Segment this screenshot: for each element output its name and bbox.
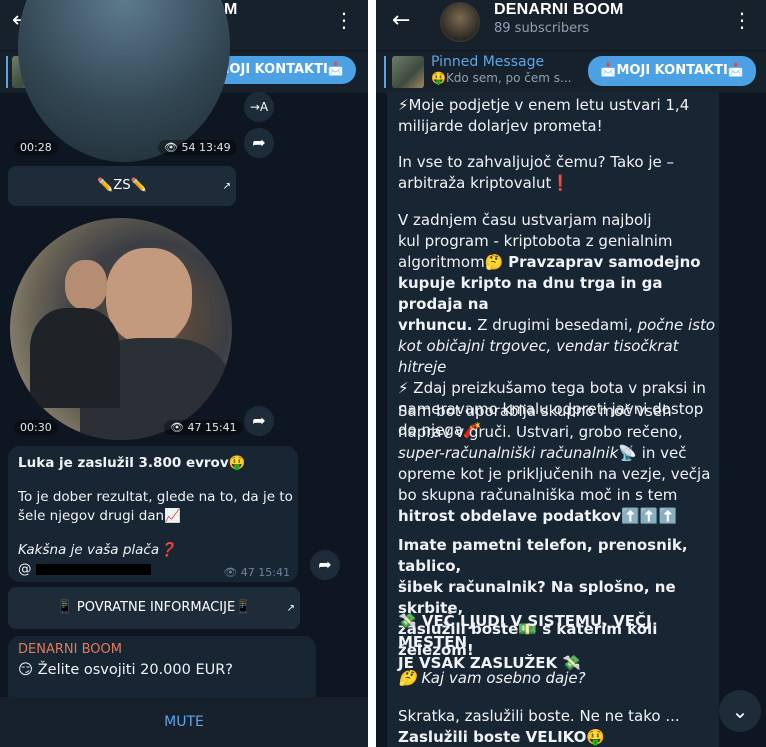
more-menu-icon[interactable]: ⋮ [334, 8, 354, 32]
p1-line-a: ⚡Moje podjetje v enem letu ustvari 1,4 [398, 96, 690, 114]
video-2-duration: 00:30 [14, 420, 58, 435]
p1-line-b: milijarde dolarjev prometa! [398, 117, 603, 135]
p3-line-c-plain: algoritmom🤔 [398, 253, 509, 271]
scroll-down-button[interactable]: ⌄ [719, 690, 761, 732]
person-2-body [30, 308, 120, 408]
p4-line-e: bo skupna računalniška moč in s tem [398, 486, 678, 504]
p4-line-c: super-računalniški računalnik📡 in več [398, 443, 718, 464]
p3-line-e-italic: počne isto [637, 316, 716, 334]
video-1-views: 54 [181, 141, 196, 154]
p8-line-a: Skratka, zaslužili boste. Ne ne tako ... [398, 707, 680, 725]
video-1-duration: 00:28 [14, 140, 58, 155]
pinned-preview: 🤑Kdo sem, po čem s... [431, 71, 572, 85]
paragraph-1: ⚡Moje podjetje v enem letu ustvari 1,4 m… [398, 95, 718, 137]
inline-button-zs[interactable]: ✏️ZS✏️ ↗ [8, 166, 236, 206]
external-arrow-icon: ↗ [286, 603, 295, 614]
channel-header: ← DENARNI BOOM 89 subscribers ⋮ [376, 0, 766, 50]
p4-line-c-italic: super-računalniški računalnik [398, 444, 619, 462]
video-2-views: 47 [187, 421, 202, 434]
round-video-2[interactable] [10, 218, 232, 440]
paragraph-7: 🤔 Kaj vam osebno daje? [398, 668, 718, 689]
message-line-4: Kakšna je vaša plača❓ [18, 542, 176, 558]
contacts-button[interactable]: 📩MOJI KONTAKTI📩 [588, 56, 756, 86]
p3-line-c: algoritmom🤔 Pravzaprav samodejno [398, 252, 718, 273]
message-bubble[interactable]: Luka je zaslužil 3.800 evrov🤑 To je dobe… [8, 446, 298, 582]
p2-line-b: arbitraža kriptovalut❗ [398, 174, 571, 192]
p3-line-a: V zadnjem času ustvarjam najbolj [398, 211, 652, 229]
message-time: 15:41 [258, 566, 290, 579]
p4-line-d: opreme kot je priključenih na vezje, več… [398, 465, 711, 483]
subscriber-count: 89 subscribers [494, 21, 590, 36]
p3-line-f-italic: kot običajni trgovec, vendar tisočkrat h… [398, 337, 679, 376]
p3-line-d-bold: kupuje kripto na dnu trga in ga prodaja … [398, 274, 663, 313]
eye-icon: 👁 [223, 566, 238, 579]
p3-line-e-plain: Z drugimi besedami, [472, 316, 638, 334]
p3-line-e: vrhuncu. Z drugimi besedami, počne isto [398, 315, 718, 336]
left-chat-screen: ← DENARNI BOOM 89 subscribers ⋮ Pinned M… [0, 0, 368, 747]
message-line-2: To je dober rezultat, glede na to, da je… [18, 489, 293, 505]
pinned-label: Pinned Message [431, 54, 545, 70]
translate-button[interactable]: →A [244, 92, 274, 122]
paragraph-2: In vse to zahvaljujoč čemu? Tako je – ar… [398, 152, 718, 194]
message-line-1: Luka je zaslužil 3.800 evrov🤑 [18, 455, 246, 471]
external-arrow-icon: ↗ [222, 181, 231, 192]
share-icon[interactable]: ➦ [310, 550, 340, 580]
pinned-indicator [384, 56, 386, 88]
p4-line-a: Sam bot uporablja skupno moč vseh [398, 402, 672, 420]
message-views: 47 [240, 566, 255, 579]
p8-line-b: Zaslužili boste VELIKO🤑 [398, 728, 606, 746]
p3-line-d: kupuje kripto na dnu trga in ga prodaja … [398, 273, 718, 315]
p4-line-f-emoji: ⬆️⬆️⬆️ [621, 507, 678, 525]
redacted-bar [35, 563, 151, 575]
chevron-down-icon: ⌄ [731, 699, 749, 723]
inline-button-feedback-label: 📱 POVRATNE INFORMACIJE📱 [56, 600, 252, 615]
inline-button-zs-label: ✏️ZS✏️ [97, 178, 147, 193]
p4-line-f: hitrost obdelave podatkov⬆️⬆️⬆️ [398, 506, 718, 527]
p6-line-a: 💸 VEČ LJUDI V SISTEMU, VEČJ MESTEN [398, 612, 652, 651]
message-line-3: šele njegov drugi dan📈 [18, 508, 181, 524]
p3-line-b: kul program - kriptobota z genialnim [398, 232, 673, 250]
video-2-time: 15:41 [204, 421, 237, 434]
p3-line-e-bold: vrhuncu. [398, 316, 473, 334]
mention-at: @ [18, 561, 32, 577]
eye-icon: 👁 [164, 141, 178, 154]
paragraph-6: 💸 VEČ LJUDI V SISTEMU, VEČJ MESTEN JE VS… [398, 611, 718, 674]
eye-icon: 👁 [170, 421, 184, 434]
next-message-preview[interactable]: DENARNI BOOM 😏 Želite osvojiti 20.000 EU… [8, 636, 316, 706]
p5-line-a: Imate pametni telefon, prenosnik, tablic… [398, 536, 688, 575]
video-1-time: 13:49 [198, 141, 231, 154]
channel-avatar[interactable] [440, 2, 480, 42]
paragraph-8: Skratka, zaslužili boste. Ne ne tako ...… [398, 706, 718, 747]
person-2-silhouette [65, 260, 107, 310]
pinned-thumbnail [392, 56, 424, 88]
back-arrow-icon[interactable]: ← [392, 8, 410, 33]
message-meta: 👁 47 15:41 [223, 566, 290, 579]
p3-line-g: ⚡ Zdaj preizkušamo tega bota v praksi in [398, 379, 706, 397]
inline-button-feedback[interactable]: 📱 POVRATNE INFORMACIJE📱 ↗ [8, 587, 300, 629]
share-icon[interactable]: ➦ [244, 128, 274, 158]
video-1-views-time: 👁 54 13:49 [158, 140, 237, 155]
pinned-message-bar[interactable]: Pinned Message 🤑Kdo sem, po čem s... 📩MO… [376, 50, 766, 93]
right-chat-screen: ← DENARNI BOOM 89 subscribers ⋮ Pinned M… [376, 0, 766, 747]
paragraph-4: Sam bot uporablja skupno moč vseh naprav… [398, 401, 718, 527]
p3-line-c-bold: Pravzaprav samodejno [508, 253, 701, 271]
message-mention[interactable]: @ [18, 560, 151, 579]
channel-title[interactable]: DENARNI BOOM [494, 1, 624, 19]
p4-line-c-plain: 📡 in več [618, 444, 687, 462]
video-2-views-time: 👁 47 15:41 [164, 420, 243, 435]
p4-line-f-bold: hitrost obdelave podatkov [398, 507, 622, 525]
more-menu-icon[interactable]: ⋮ [732, 8, 752, 32]
share-icon[interactable]: ➦ [244, 406, 274, 436]
p3-line-f: kot običajni trgovec, vendar tisočkrat h… [398, 336, 718, 378]
mute-button[interactable]: MUTE [0, 697, 368, 747]
person-silhouette [106, 248, 192, 344]
preview-text: 😏 Želite osvojiti 20.000 EUR? [18, 662, 234, 678]
p4-line-b: naprav v gruči. Ustvari, grobo rečeno, [398, 423, 683, 441]
preview-author: DENARNI BOOM [18, 642, 122, 657]
p7-line: 🤔 Kaj vam osebno daje? [398, 669, 586, 687]
pinned-indicator [6, 56, 8, 88]
p2-line-a: In vse to zahvaljujoč čemu? Tako je – [398, 153, 675, 171]
